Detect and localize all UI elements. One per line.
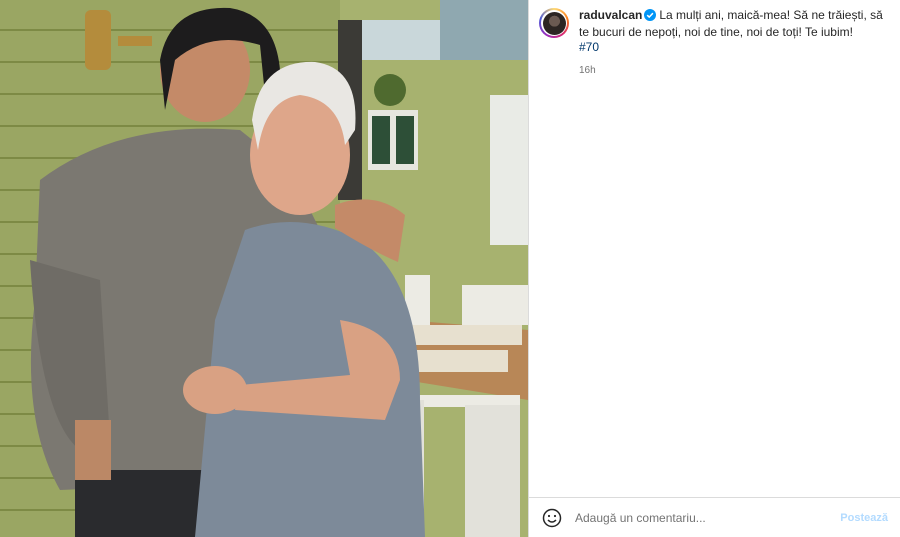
post-comment-button[interactable]: Postează (840, 512, 888, 524)
caption-text-block: raduvalcan La mulți ani, maică-mea! Să ne… (579, 8, 889, 78)
verified-badge-icon (644, 9, 657, 25)
post-details-panel: raduvalcan La mulți ani, maică-mea! Să ne… (528, 0, 900, 537)
avatar-image (542, 11, 566, 35)
caption-row: raduvalcan La mulți ani, maică-mea! Să ne… (539, 8, 892, 78)
photo-illustration (0, 0, 528, 537)
hashtag-link[interactable]: #70 (579, 40, 889, 55)
post-timestamp[interactable]: 16h (579, 63, 889, 78)
comment-input[interactable] (573, 509, 841, 526)
username-link[interactable]: raduvalcan (579, 8, 642, 22)
comment-bar: Postează (529, 497, 900, 537)
post-photo[interactable] (0, 0, 528, 537)
emoji-icon[interactable] (541, 507, 563, 529)
avatar[interactable] (539, 8, 569, 38)
